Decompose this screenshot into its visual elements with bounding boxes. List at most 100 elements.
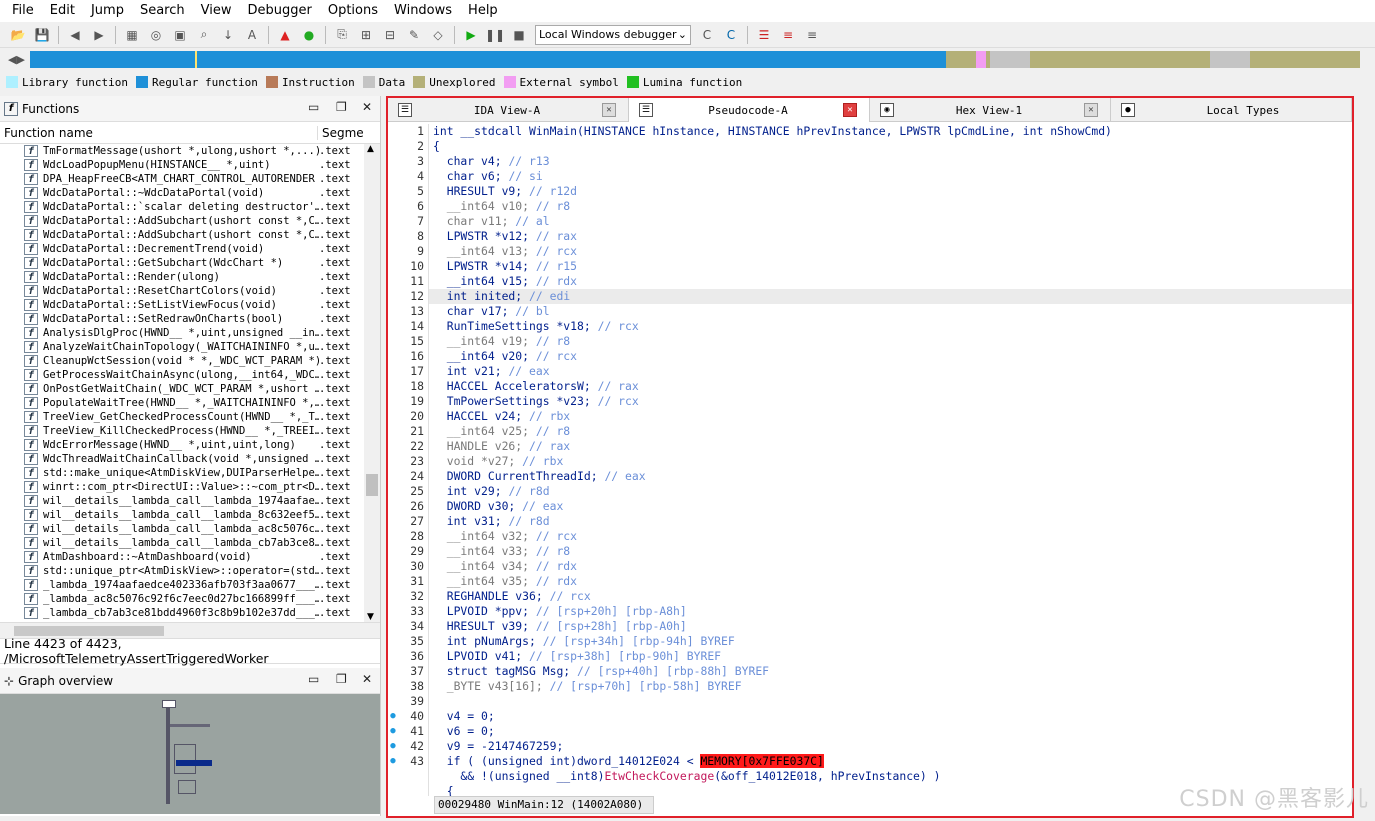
function-row[interactable]: f DPA_HeapFreeCB<ATM_CHART_CONTROL_AUTORE… — [0, 172, 380, 186]
scroll-down-icon[interactable]: ▼ — [367, 612, 374, 622]
code-line[interactable]: ● 41 v6 = 0; — [388, 724, 1352, 739]
enum-icon[interactable]: ⊟ — [381, 26, 399, 44]
code-line[interactable]: 20 HACCEL v24; // rbx — [388, 409, 1352, 424]
menu-windows[interactable]: Windows — [386, 0, 460, 22]
step-icon[interactable]: ↓ — [219, 26, 237, 44]
code-line[interactable]: 4 char v6; // si — [388, 169, 1352, 184]
menu-debugger[interactable]: Debugger — [239, 0, 319, 22]
function-row[interactable]: f CleanupWctSession(void * *,_WDC_WCT_PAR… — [0, 354, 380, 368]
function-row[interactable]: f PopulateWaitTree(HWND__ *,_WAITCHAININF… — [0, 396, 380, 410]
code-line[interactable]: 36 LPVOID v41; // [rsp+38h] [rbp-90h] BY… — [388, 649, 1352, 664]
function-row[interactable]: f WdcErrorMessage(HWND__ *,uint,uint,long… — [0, 438, 380, 452]
struct-icon[interactable]: ⊞ — [357, 26, 375, 44]
function-row[interactable]: f _lambda_ac8c5076c92f6c7eec0d27bc166899f… — [0, 592, 380, 606]
breakpoint-gutter[interactable] — [388, 484, 398, 499]
function-row[interactable]: f WdcDataPortal::~WdcDataPortal(void) .tex… — [0, 186, 380, 200]
scroll-thumb[interactable] — [366, 474, 378, 496]
breakpoint-gutter[interactable] — [388, 694, 398, 709]
segment-icon[interactable]: ⎘ — [333, 26, 351, 44]
function-row[interactable]: f std::make_unique<AtmDiskView,DUIParserH… — [0, 466, 380, 480]
code-line[interactable]: 23 void *v27; // rbx — [388, 454, 1352, 469]
function-row[interactable]: f _lambda_1974aafaedce402336afb703f3aa067… — [0, 578, 380, 592]
function-row[interactable]: f TreeView_KillCheckedProcess(HWND__ *,_T… — [0, 424, 380, 438]
code-line[interactable]: 30 __int64 v34; // rdx — [388, 559, 1352, 574]
code-line[interactable]: 8 LPWSTR *v12; // rax — [388, 229, 1352, 244]
function-row[interactable]: f WdcDataPortal::SetRedrawOnCharts(bool).… — [0, 312, 380, 326]
text-icon[interactable]: A — [243, 26, 261, 44]
search-icon[interactable]: ⌕ — [195, 26, 213, 44]
hex-icon[interactable]: ▣ — [171, 26, 189, 44]
breakpoint-gutter[interactable] — [388, 454, 398, 469]
breakpoint-gutter[interactable] — [388, 139, 398, 154]
breakpoint-gutter[interactable] — [388, 439, 398, 454]
code-line[interactable]: 26 DWORD v30; // eax — [388, 499, 1352, 514]
process-icon[interactable]: C — [722, 26, 740, 44]
code-line[interactable]: 9 __int64 v13; // rcx — [388, 244, 1352, 259]
code-line[interactable]: ● 42 v9 = -2147467259; — [388, 739, 1352, 754]
function-row[interactable]: f WdcDataPortal::GetSubchart(WdcChart *).… — [0, 256, 380, 270]
trace-icon[interactable]: ≡ — [803, 26, 821, 44]
tab-ida-view-a[interactable]: ☰ IDA View-A ✕ — [388, 98, 629, 122]
scroll-up-icon[interactable]: ▲ — [367, 144, 374, 154]
save-icon[interactable]: 💾 — [33, 26, 51, 44]
function-row[interactable]: f AtmDashboard::~AtmDashboard(void) .text — [0, 550, 380, 564]
breakpoint-gutter[interactable] — [388, 244, 398, 259]
tab-close-icon[interactable]: ✕ — [843, 103, 857, 117]
breakpoint-gutter[interactable] — [388, 154, 398, 169]
breakpoint-gutter[interactable] — [388, 559, 398, 574]
function-row[interactable]: f WdcDataPortal::`scalar deleting destruc… — [0, 200, 380, 214]
breakpoint-gutter[interactable] — [388, 664, 398, 679]
breakpoints-icon[interactable]: ☰ — [755, 26, 773, 44]
breakpoint-gutter[interactable] — [388, 289, 398, 304]
breakpoint-gutter[interactable] — [388, 394, 398, 409]
horizontal-scrollbar[interactable] — [0, 622, 380, 638]
vertical-scrollbar[interactable]: ▲ ▼ — [364, 144, 380, 622]
function-row[interactable]: f WdcLoadPopupMenu(HINSTANCE__ *,uint) .te… — [0, 158, 380, 172]
function-row[interactable]: f WdcDataPortal::AddSubchart(ushort const… — [0, 228, 380, 242]
breakpoint-gutter[interactable] — [388, 169, 398, 184]
function-row[interactable]: f wil__details__lambda_call__lambda_cb7ab… — [0, 536, 380, 550]
breakpoint-gutter[interactable] — [388, 604, 398, 619]
function-row[interactable]: f wil__details__lambda_call__lambda_ac8c5… — [0, 522, 380, 536]
function-row[interactable]: f WdcDataPortal::DecrementTrend(void) .tex… — [0, 242, 380, 256]
code-line[interactable]: 10 LPWSTR *v14; // r15 — [388, 259, 1352, 274]
proximity-icon[interactable]: ◎ — [147, 26, 165, 44]
code-line[interactable]: 5 HRESULT v9; // r12d — [388, 184, 1352, 199]
code-line[interactable]: 16 __int64 v20; // rcx — [388, 349, 1352, 364]
breakpoint-gutter[interactable] — [388, 589, 398, 604]
function-row[interactable]: f std::unique_ptr<AtmDiskView>::operator=… — [0, 564, 380, 578]
code-line[interactable]: 34 HRESULT v39; // [rsp+28h] [rbp-A0h] — [388, 619, 1352, 634]
code-line[interactable]: ● 43 if ( (unsigned int)dword_14012E024 <… — [388, 754, 1352, 769]
breakpoint-gutter[interactable] — [388, 229, 398, 244]
function-row[interactable]: f TmFormatMessage(ushort *,ulong,ushort *… — [0, 144, 380, 158]
tab-close-icon[interactable]: ✕ — [602, 103, 616, 117]
run-icon[interactable]: ▶ — [462, 26, 480, 44]
function-row[interactable]: f TreeView_GetCheckedProcessCount(HWND__ … — [0, 410, 380, 424]
menu-jump[interactable]: Jump — [83, 0, 132, 22]
breakpoint-gutter[interactable] — [388, 634, 398, 649]
breakpoint-gutter[interactable] — [388, 199, 398, 214]
breakpoint-gutter[interactable] — [388, 784, 398, 796]
breakpoint-gutter[interactable] — [388, 574, 398, 589]
code-line[interactable]: 6 __int64 v10; // r8 — [388, 199, 1352, 214]
code-line[interactable]: 15 __int64 v19; // r8 — [388, 334, 1352, 349]
code-line[interactable]: 32 REGHANDLE v36; // rcx — [388, 589, 1352, 604]
code-line[interactable]: 7 char v11; // al — [388, 214, 1352, 229]
function-row[interactable]: f winrt::com_ptr<DirectUI::Value>::~com_p… — [0, 480, 380, 494]
function-row[interactable]: f OnPostGetWaitChain(_WDC_WCT_PARAM *,ush… — [0, 382, 380, 396]
back-icon[interactable]: ◀ — [66, 26, 84, 44]
maximize-icon[interactable]: ▭ — [308, 100, 319, 114]
breakpoint-gutter[interactable] — [388, 544, 398, 559]
menu-search[interactable]: Search — [132, 0, 193, 22]
menu-file[interactable]: File — [4, 0, 42, 22]
breakpoint-gutter[interactable] — [388, 469, 398, 484]
code-line[interactable]: 25 int v29; // r8d — [388, 484, 1352, 499]
code-line[interactable]: 2{ — [388, 139, 1352, 154]
stop-icon[interactable]: ■ — [510, 26, 528, 44]
breakpoint-gutter[interactable] — [388, 304, 398, 319]
breakpoint-gutter[interactable] — [388, 514, 398, 529]
code-line[interactable]: 37 struct tagMSG Msg; // [rsp+40h] [rbp-… — [388, 664, 1352, 679]
function-row[interactable]: f WdcDataPortal::SetListViewFocus(void) .t… — [0, 298, 380, 312]
breakpoint-gutter[interactable] — [388, 124, 398, 139]
code-line[interactable]: 13 char v17; // bl — [388, 304, 1352, 319]
